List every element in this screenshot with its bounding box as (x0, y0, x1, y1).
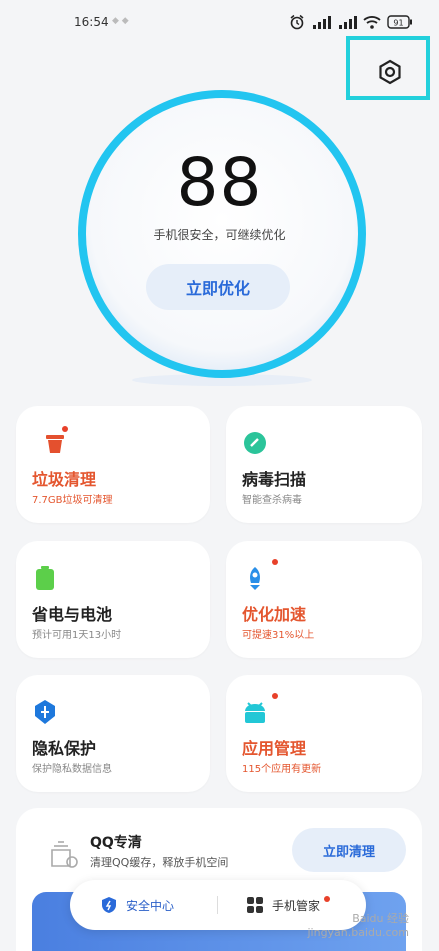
card-title: 应用管理 (242, 739, 307, 758)
settings-button[interactable] (375, 57, 405, 87)
android-icon (245, 702, 265, 723)
card-title: 省电与电池 (32, 605, 113, 624)
shield-icon (102, 897, 116, 913)
card-battery[interactable]: 省电与电池 预计可用1天13小时 (16, 541, 210, 658)
score-message: 手机很安全，可继续优化 (153, 228, 286, 242)
rocket-icon (250, 567, 260, 590)
notification-dot (62, 426, 68, 432)
trash-icon (46, 435, 64, 453)
signal-icon (313, 16, 331, 29)
nav-divider (217, 896, 218, 914)
watermark-brand: Baidu 经验 (352, 912, 409, 925)
watermark: Baidu 经验 jingyan.baidu.com (307, 910, 409, 939)
card-subtitle: 可提速31%以上 (242, 630, 315, 641)
card-subtitle: 智能查杀病毒 (242, 495, 302, 506)
shield-scan-icon (244, 432, 266, 454)
card-app-management[interactable]: 应用管理 115个应用有更新 (226, 675, 422, 792)
security-score: 88 (176, 144, 263, 221)
qq-subtitle: 清理QQ缓存，释放手机空间 (90, 856, 229, 869)
signal-icon-2 (339, 16, 357, 29)
notification-icon: ◆ ◆ (112, 16, 129, 26)
battery-icon (36, 566, 54, 590)
card-subtitle: 7.7GB垃圾可清理 (32, 495, 113, 506)
qq-title: QQ专清 (90, 835, 142, 851)
card-title: 隐私保护 (32, 739, 97, 758)
nav-label: 安全中心 (126, 898, 175, 913)
card-virus-scan[interactable]: 病毒扫描 智能查杀病毒 (226, 406, 422, 523)
card-title: 优化加速 (242, 605, 307, 624)
clean-now-button[interactable]: 立即清理 (292, 828, 406, 872)
notification-dot (272, 559, 278, 565)
battery-level: 91 (393, 19, 403, 28)
card-subtitle: 115个应用有更新 (242, 764, 322, 775)
watermark-url: jingyan.baidu.com (307, 926, 409, 939)
notification-dot (324, 896, 331, 902)
nav-security-center[interactable]: 安全中心 (100, 880, 174, 930)
notification-dot (272, 693, 278, 699)
gear-icon (379, 59, 401, 85)
battery-status-icon: 91 (387, 15, 412, 29)
card-title: 病毒扫描 (242, 470, 307, 489)
card-junk-cleanup[interactable]: 垃圾清理 7.7GB垃圾可清理 (16, 406, 210, 523)
status-time: 16:54 (74, 15, 109, 29)
card-title: 垃圾清理 (32, 470, 97, 489)
wifi-icon (363, 16, 381, 29)
privacy-shield-icon (35, 700, 55, 724)
qq-clean-icon (51, 841, 78, 868)
card-subtitle: 保护隐私数据信息 (32, 764, 112, 775)
status-icons: 91 (289, 14, 413, 30)
card-subtitle: 预计可用1天13小时 (32, 630, 122, 641)
card-speed-up[interactable]: 优化加速 可提速31%以上 (226, 541, 422, 658)
card-privacy[interactable]: 隐私保护 保护隐私数据信息 (16, 675, 210, 792)
status-bar: 16:54 ◆ ◆ 91 (0, 0, 439, 40)
alarm-icon (290, 14, 304, 30)
grid-icon (247, 897, 263, 913)
optimize-now-button[interactable]: 立即优化 (146, 264, 290, 310)
